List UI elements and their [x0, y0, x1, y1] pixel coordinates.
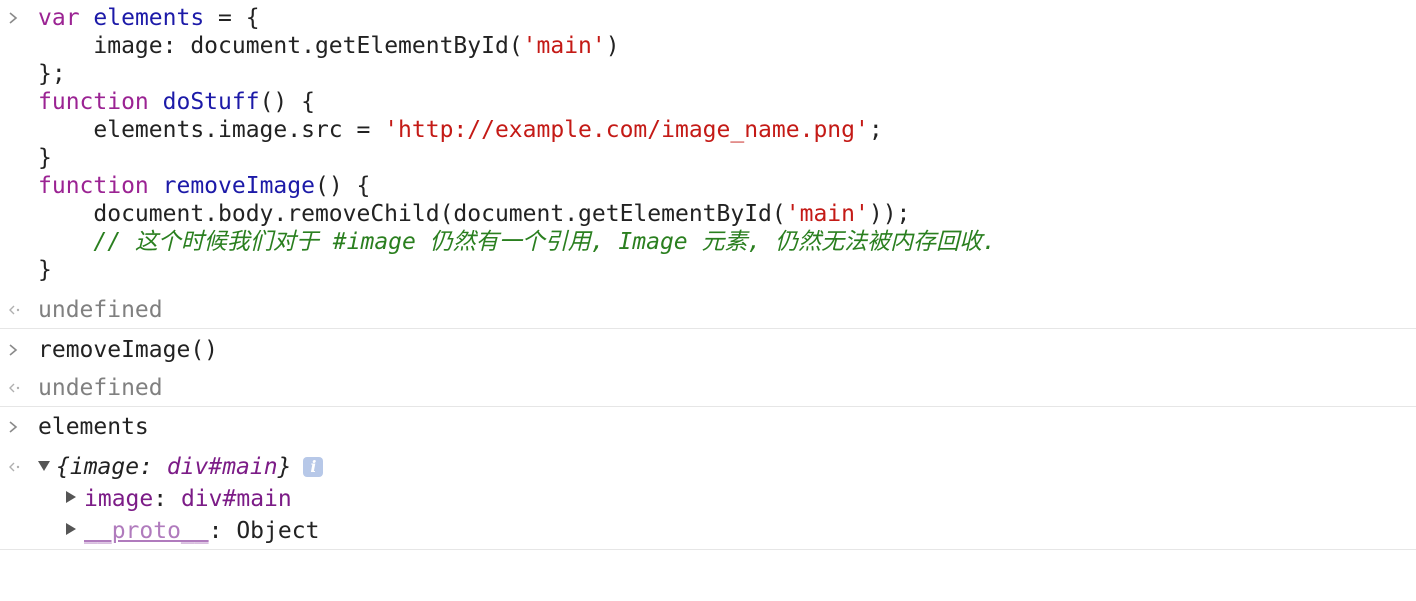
- info-icon[interactable]: i: [303, 457, 324, 477]
- code-comment: // 这个时候我们对于 #image 仍然有一个引用, Image 元素, 仍然…: [93, 229, 997, 255]
- code-text: }: [38, 145, 52, 171]
- code-text: elements.image.src =: [93, 117, 385, 143]
- keyword: function: [38, 173, 149, 199]
- code-text: () {: [314, 173, 371, 199]
- console-entry-object: elements {image: div#main} i image: div#m…: [0, 407, 1416, 550]
- string-literal: 'http://example.com/image_name.png': [384, 117, 869, 143]
- code-text: ;: [868, 117, 883, 143]
- input-prompt-icon: [6, 336, 26, 364]
- expand-triangle-right-icon[interactable]: [66, 491, 76, 503]
- code-line-4[interactable]: function doStuff() {: [0, 88, 1416, 116]
- code-line-2[interactable]: image: document.getElementById('main'): [0, 32, 1416, 60]
- code-line-1[interactable]: var elements = {: [0, 4, 1416, 32]
- code-line-6[interactable]: }: [0, 144, 1416, 172]
- identifier: elements: [93, 5, 205, 31]
- object-value: div#main: [166, 454, 278, 480]
- code-line-5[interactable]: elements.image.src = 'http://example.com…: [0, 116, 1416, 144]
- object-property-row[interactable]: __proto__: Object: [0, 517, 1416, 545]
- brace: {: [56, 454, 70, 480]
- separator: :: [208, 518, 237, 544]
- code-text: : document.getElementById(: [162, 33, 523, 59]
- object-property-row[interactable]: image: div#main: [0, 485, 1416, 513]
- function-name: removeImage: [162, 173, 315, 199]
- input-text: removeImage(): [38, 337, 219, 363]
- keyword: function: [38, 89, 149, 115]
- code-text: };: [38, 61, 66, 87]
- code-line-7[interactable]: function removeImage() {: [0, 172, 1416, 200]
- result-value: undefined: [38, 297, 163, 323]
- string-literal: 'main': [785, 201, 869, 227]
- console-entry-call: removeImage() undefined: [0, 329, 1416, 407]
- object-summary-line[interactable]: {image: div#main} i: [0, 453, 1416, 481]
- code-text: ): [605, 33, 620, 59]
- function-name: doStuff: [162, 89, 260, 115]
- code-line-8[interactable]: document.body.removeChild(document.getEl…: [0, 200, 1416, 228]
- code-text: image: [93, 33, 163, 59]
- code-text: ));: [868, 201, 911, 227]
- result-line: undefined: [0, 374, 1416, 402]
- expand-triangle-right-icon[interactable]: [66, 523, 76, 535]
- code-text: }: [38, 257, 52, 283]
- result-value: undefined: [38, 375, 163, 401]
- object-key: image: [69, 454, 140, 480]
- code-line-9[interactable]: // 这个时候我们对于 #image 仍然有一个引用, Image 元素, 仍然…: [0, 228, 1416, 256]
- devtools-console: var elements = { image: document.getElem…: [0, 0, 1416, 550]
- code-line-10[interactable]: }: [0, 256, 1416, 284]
- object-summary: {image: div#main}: [56, 454, 291, 480]
- input-prompt-icon: [6, 413, 26, 441]
- input-text: elements: [38, 414, 149, 440]
- property-value: div#main: [180, 486, 292, 512]
- brace: }: [277, 454, 292, 480]
- input-prompt-icon: [6, 4, 26, 32]
- console-entry-code: var elements = { image: document.getElem…: [0, 0, 1416, 329]
- separator: :: [153, 486, 181, 512]
- result-arrow-icon: [6, 453, 26, 481]
- input-line[interactable]: elements: [0, 413, 1416, 441]
- result-line: undefined: [0, 296, 1416, 324]
- code-text: () {: [259, 89, 315, 115]
- property-key: __proto__: [84, 518, 209, 544]
- keyword: var: [38, 5, 80, 31]
- result-arrow-icon: [6, 296, 26, 324]
- code-line-3[interactable]: };: [0, 60, 1416, 88]
- result-arrow-icon: [6, 374, 26, 402]
- string-literal: 'main': [522, 33, 606, 59]
- input-line[interactable]: removeImage(): [0, 336, 1416, 364]
- property-key: image: [84, 486, 154, 512]
- separator: :: [139, 454, 167, 480]
- code-text: = {: [204, 5, 260, 31]
- code-text: document.body.removeChild(document.getEl…: [93, 201, 786, 227]
- property-value: Object: [236, 518, 320, 544]
- expand-triangle-down-icon[interactable]: [38, 461, 50, 471]
